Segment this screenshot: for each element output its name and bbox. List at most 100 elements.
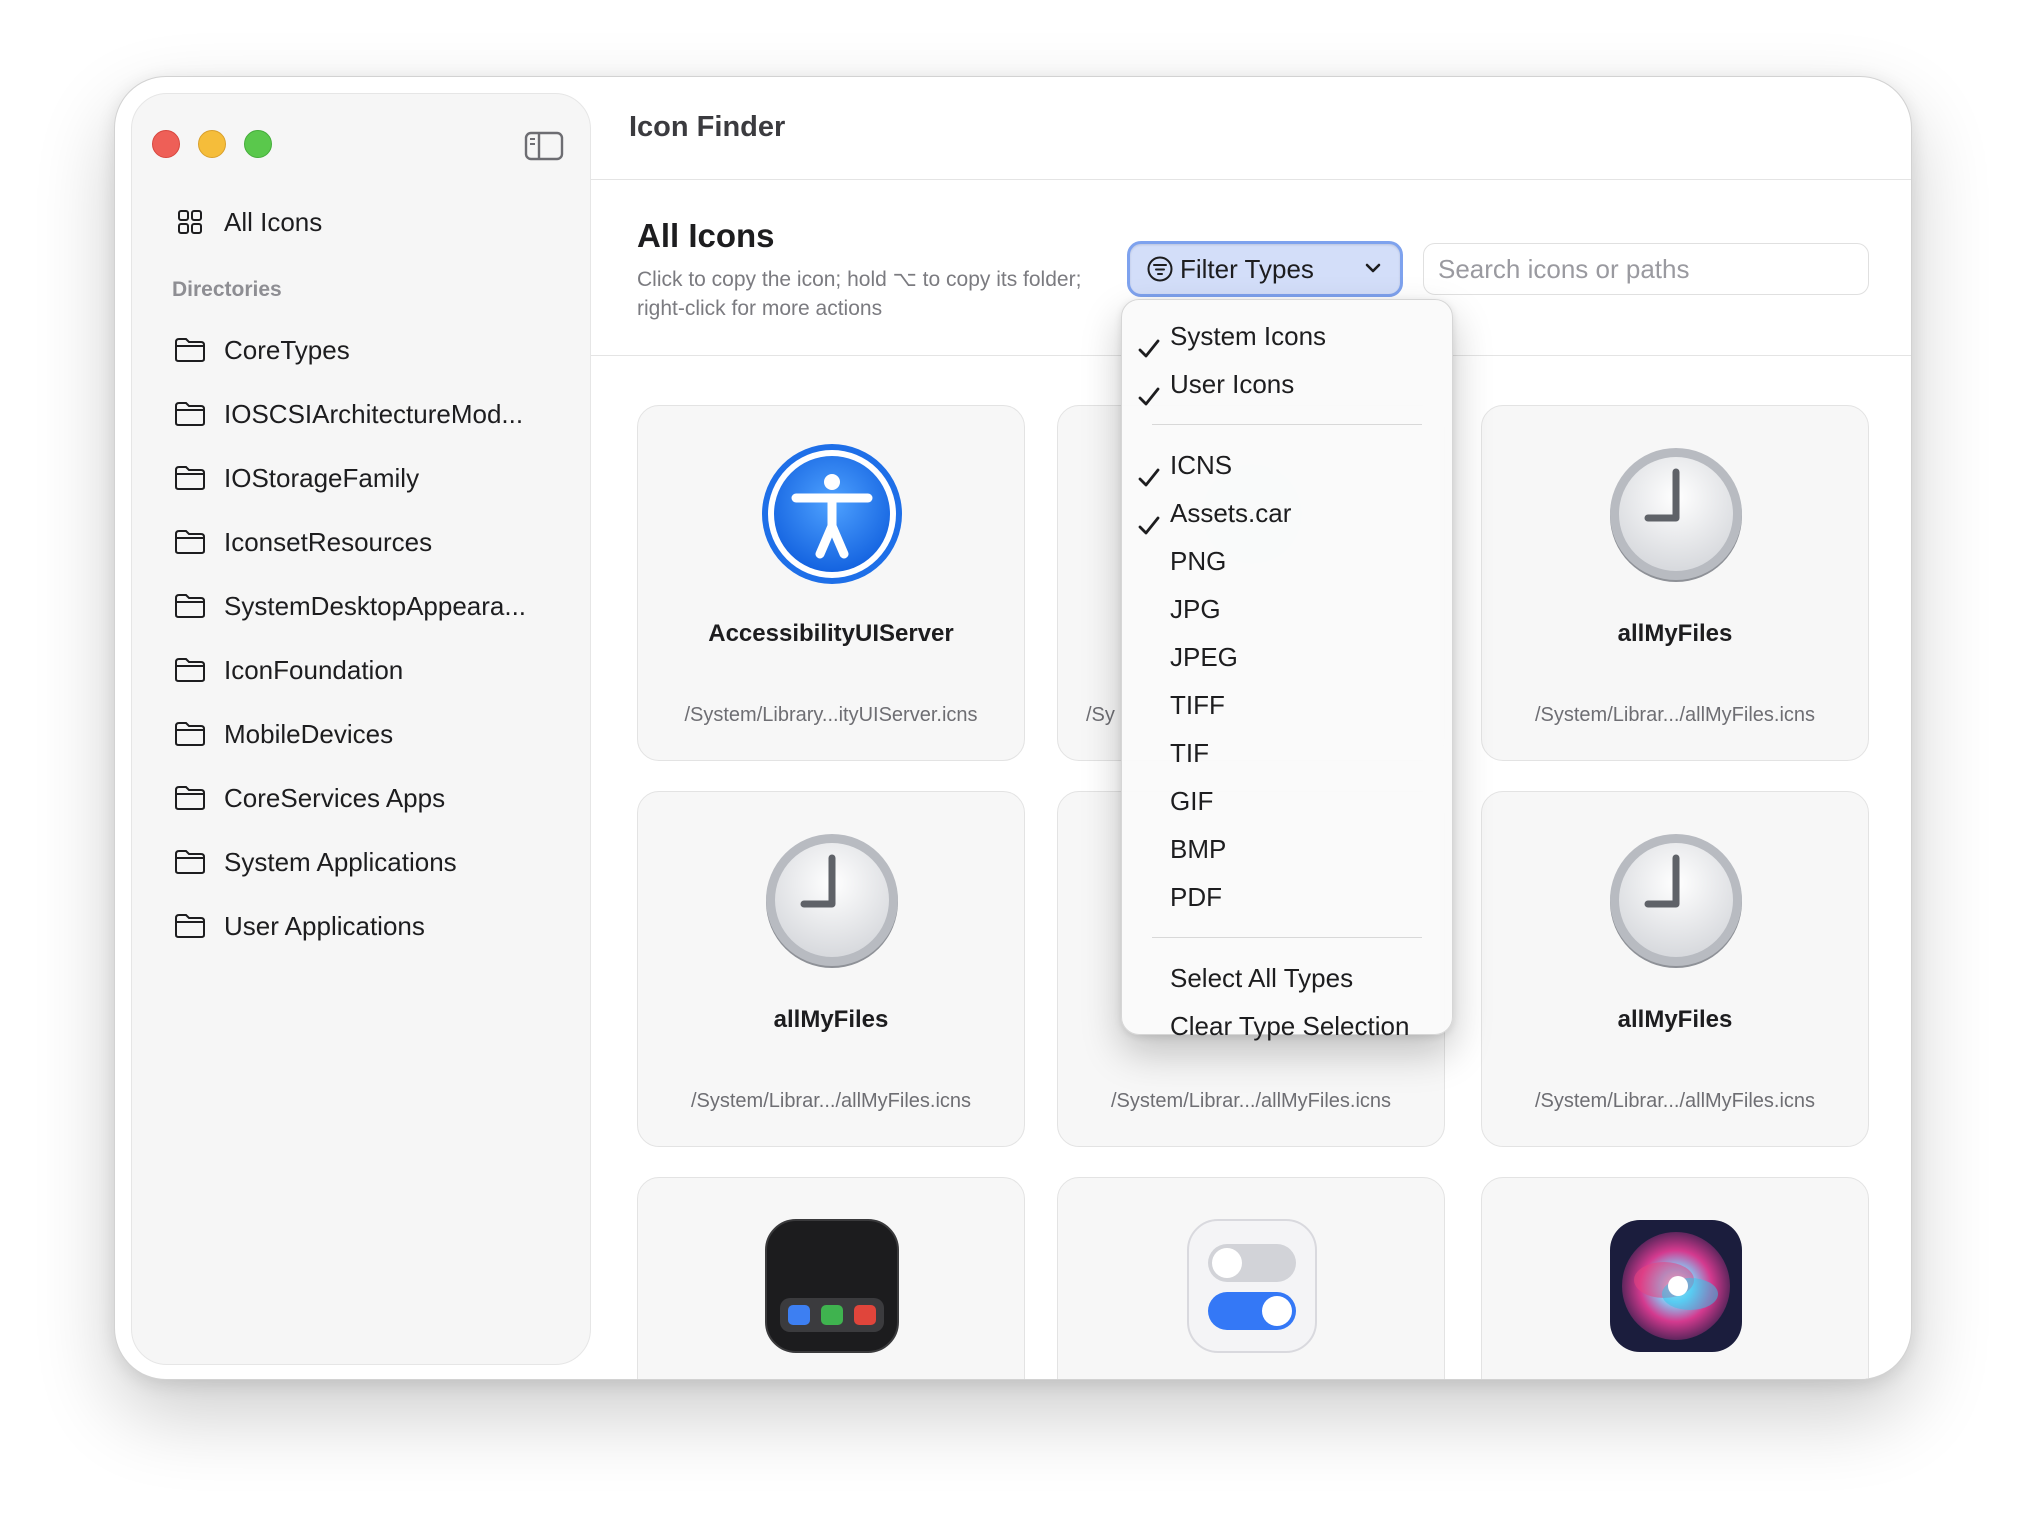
- folder-icon: [174, 401, 206, 427]
- menu-item-label: User Icons: [1170, 369, 1295, 399]
- page-title: All Icons: [637, 217, 775, 254]
- checkmark-icon: [1138, 503, 1160, 535]
- sidebar-item-directory[interactable]: CoreServices Apps: [162, 766, 572, 830]
- icon-path: /System/Librar.../allMyFiles.icns: [1110, 1090, 1392, 1112]
- menu-item-label: Select All Types: [1170, 963, 1354, 993]
- folder-icon: [174, 465, 206, 491]
- sidebar-section-directories: Directories: [172, 278, 282, 301]
- app-window: All Icons Directories CoreTypes IOSCSIArc…: [114, 76, 1912, 1380]
- clock-icon: [760, 828, 904, 972]
- menu-item-label: PNG: [1170, 546, 1227, 576]
- icon-card[interactable]: allMyFiles /System/Librar.../allMyFiles.…: [1481, 791, 1869, 1147]
- sidebar-item-label: IOSCSIArchitectureMod...: [224, 398, 524, 429]
- menu-item-label: JPG: [1170, 594, 1221, 624]
- accessibility-icon: [760, 442, 904, 586]
- sidebar-item-directory[interactable]: IconsetResources: [162, 510, 572, 574]
- icon-card[interactable]: [637, 1177, 1025, 1379]
- menu-item-type[interactable]: ICNS: [1122, 441, 1452, 489]
- menu-item-label: BMP: [1170, 834, 1227, 864]
- filter-types-menu: System Icons User Icons ICNS Assets.car PNG J…: [1121, 299, 1453, 1041]
- icon-path: /System/Library...ityUIServer.icns: [684, 704, 978, 726]
- sidebar-item-label: CoreServices Apps: [224, 782, 446, 813]
- menu-item-type[interactable]: BMP: [1122, 825, 1452, 873]
- menu-item-type[interactable]: Assets.car: [1122, 489, 1452, 537]
- menu-item-type[interactable]: PDF: [1122, 873, 1452, 921]
- sidebar-item-label: IconsetResources: [224, 526, 433, 557]
- sidebar-item-label: MobileDevices: [224, 718, 394, 749]
- minimize-window-button[interactable]: [198, 130, 226, 158]
- sidebar-item-label: SystemDesktopAppeara...: [224, 590, 527, 621]
- sidebar-item-directory[interactable]: System Applications: [162, 830, 572, 894]
- menu-item-type[interactable]: GIF: [1122, 777, 1452, 825]
- menu-item-label: TIF: [1170, 738, 1209, 768]
- menu-item-label: TIFF: [1170, 690, 1225, 720]
- folder-icon: [174, 913, 206, 939]
- sidebar-item-label: User Applications: [224, 910, 425, 941]
- close-window-button[interactable]: [152, 130, 180, 158]
- sidebar-item-label: All Icons: [224, 206, 323, 237]
- sidebar-item-directory[interactable]: IOSCSIArchitectureMod...: [162, 382, 572, 446]
- menu-item-type[interactable]: TIF: [1122, 729, 1452, 777]
- icon-card[interactable]: [1481, 1177, 1869, 1379]
- mission-control-icon: [760, 1214, 904, 1358]
- grid-icon: [176, 208, 204, 236]
- icon-card[interactable]: [1057, 1177, 1445, 1379]
- sidebar: All Icons Directories CoreTypes IOSCSIArc…: [131, 93, 591, 1365]
- sidebar-item-label: System Applications: [224, 846, 457, 877]
- chevron-down-icon: [1364, 261, 1382, 275]
- sidebar-item-directory[interactable]: IconFoundation: [162, 638, 572, 702]
- icon-name: allMyFiles: [1617, 620, 1733, 647]
- checkmark-icon: [1138, 374, 1160, 406]
- folder-icon: [174, 721, 206, 747]
- icon-path: /System/Librar.../allMyFiles.icns: [690, 1090, 972, 1112]
- icon-card[interactable]: AccessibilityUIServer /System/Library...…: [637, 405, 1025, 761]
- menu-item-label: PDF: [1170, 882, 1222, 912]
- filter-types-label: Filter Types: [1180, 253, 1314, 284]
- folder-icon: [174, 593, 206, 619]
- menu-separator: [1152, 424, 1422, 425]
- sidebar-item-directory[interactable]: MobileDevices: [162, 702, 572, 766]
- sidebar-item-directory[interactable]: SystemDesktopAppeara...: [162, 574, 572, 638]
- menu-item-type[interactable]: PNG: [1122, 537, 1452, 585]
- menu-item-type[interactable]: JPG: [1122, 585, 1452, 633]
- menu-item-label: System Icons: [1170, 321, 1327, 351]
- folder-icon: [174, 785, 206, 811]
- search-input[interactable]: [1423, 243, 1869, 295]
- menu-item-action[interactable]: Clear Type Selection: [1122, 1002, 1452, 1050]
- checkmark-icon: [1138, 455, 1160, 487]
- icon-card[interactable]: allMyFiles /System/Librar.../allMyFiles.…: [637, 791, 1025, 1147]
- filter-types-button[interactable]: Filter Types: [1127, 241, 1403, 297]
- menu-item-type[interactable]: JPEG: [1122, 633, 1452, 681]
- menu-item-action[interactable]: Select All Types: [1122, 954, 1452, 1002]
- checkmark-icon: [1138, 326, 1160, 358]
- folder-icon: [174, 657, 206, 683]
- sidebar-toggle-icon[interactable]: [524, 130, 564, 162]
- directory-list: CoreTypes IOSCSIArchitectureMod... IOStora…: [162, 318, 572, 958]
- menu-item-type[interactable]: TIFF: [1122, 681, 1452, 729]
- clock-icon: [1604, 828, 1748, 972]
- menu-item-label: GIF: [1170, 786, 1214, 816]
- toggles-icon: [1180, 1214, 1324, 1358]
- menu-item-source[interactable]: System Icons: [1122, 312, 1452, 360]
- sidebar-item-directory[interactable]: IOStorageFamily: [162, 446, 572, 510]
- zoom-window-button[interactable]: [244, 130, 272, 158]
- siri-icon: [1604, 1214, 1748, 1358]
- folder-icon: [174, 529, 206, 555]
- menu-separator: [1152, 937, 1422, 938]
- filter-icon: [1146, 255, 1174, 283]
- icon-name: AccessibilityUIServer: [708, 620, 954, 647]
- sidebar-item-directory[interactable]: CoreTypes: [162, 318, 572, 382]
- icon-name: allMyFiles: [1617, 1006, 1733, 1033]
- menu-item-label: Assets.car: [1170, 498, 1292, 528]
- sidebar-item-label: CoreTypes: [224, 334, 350, 365]
- menu-item-label: ICNS: [1170, 450, 1233, 480]
- sidebar-item-all-icons[interactable]: All Icons: [162, 200, 572, 244]
- folder-icon: [174, 849, 206, 875]
- divider: [591, 179, 1911, 180]
- window-title: Icon Finder: [629, 111, 786, 143]
- icon-card[interactable]: allMyFiles /System/Librar.../allMyFiles.…: [1481, 405, 1869, 761]
- menu-item-source[interactable]: User Icons: [1122, 360, 1452, 408]
- sidebar-item-directory[interactable]: User Applications: [162, 894, 572, 958]
- folder-icon: [174, 337, 206, 363]
- page-subtitle: Click to copy the icon; hold ⌥ to copy i…: [637, 268, 1082, 320]
